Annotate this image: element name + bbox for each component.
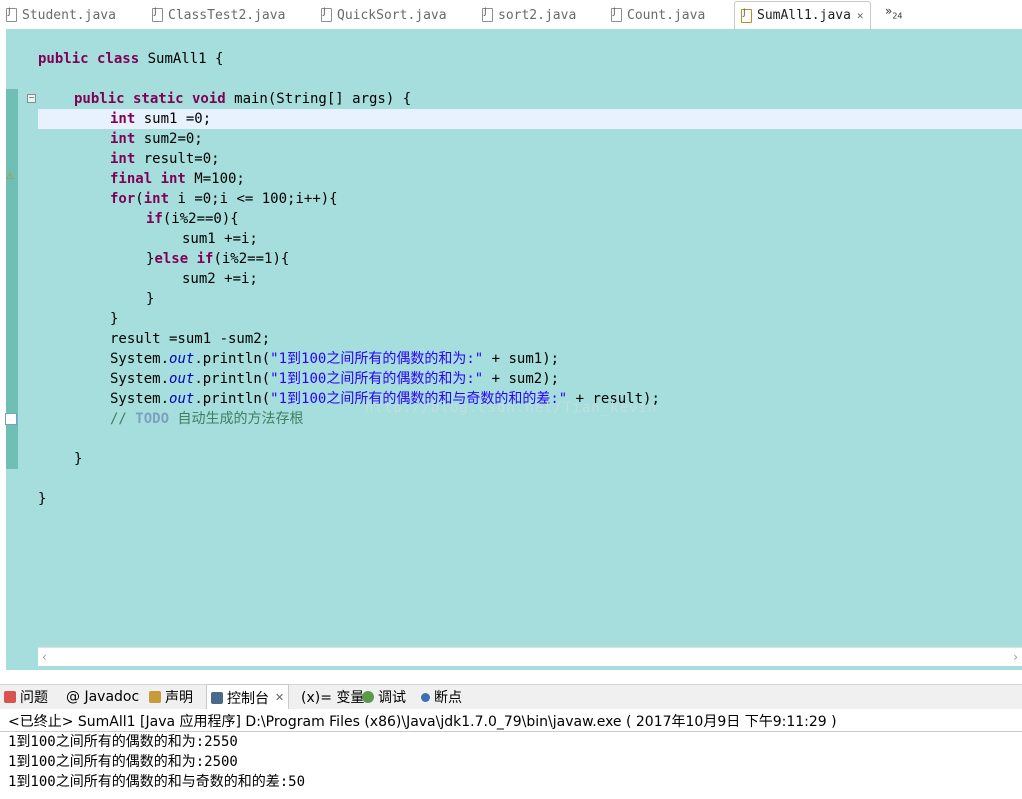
- tab-sumall1-java[interactable]: SumAll1.java ✕: [734, 1, 871, 29]
- tab-javadoc[interactable]: @ Javadoc: [66, 685, 139, 709]
- tab-label: @ Javadoc: [66, 689, 140, 705]
- console-output-line: 1到100之间所有的偶数的和与奇数的和的差:50: [8, 774, 305, 790]
- code-line: public class SumAll1 {: [38, 51, 224, 67]
- tab-label: Count.java: [627, 7, 706, 23]
- console-output-line: 1到100之间所有的偶数的和为:2500: [8, 754, 238, 770]
- code-line: }: [146, 291, 155, 307]
- code-line: if(i%2==0){: [146, 211, 239, 227]
- declaration-icon: [149, 691, 161, 703]
- code-line: // TODO 自动生成的方法存根: [110, 411, 304, 427]
- code-line: public static void main(String[] args) {: [74, 91, 412, 107]
- tab-breakpoints[interactable]: 断点: [421, 685, 462, 709]
- tab-variables[interactable]: (x)= 变量: [301, 685, 364, 709]
- tab-count-java[interactable]: Count.java: [611, 2, 705, 28]
- warning-icon[interactable]: ⚠: [5, 172, 15, 182]
- tab-label: SumAll1.java: [757, 8, 851, 23]
- tab-classtest2-java[interactable]: ClassTest2.java: [152, 2, 285, 28]
- java-file-icon: [321, 7, 332, 22]
- tab-student-java[interactable]: Student.java: [6, 2, 116, 28]
- views-tab-bar: 问题 @ Javadoc 声明 控制台 ✕ (x)= 变量 调试 断点: [0, 684, 1022, 710]
- tab-console[interactable]: 控制台 ✕: [206, 684, 290, 710]
- overflow-count: 24: [892, 11, 903, 21]
- horizontal-scrollbar[interactable]: ‹ ›: [38, 647, 1022, 666]
- tab-label: 调试: [378, 690, 406, 706]
- code-line: result =sum1 -sum2;: [110, 331, 271, 347]
- java-file-icon: [152, 7, 163, 22]
- problems-icon: [4, 691, 16, 703]
- java-file-icon: [611, 7, 622, 22]
- code-line: }: [110, 311, 119, 327]
- code-line: int sum1 =0;: [110, 111, 212, 127]
- code-line: sum2 +=i;: [182, 271, 258, 287]
- console-process-label: <已终止> SumAll1 [Java 应用程序] D:\Program Fil…: [8, 714, 837, 730]
- console-output-line: 1到100之间所有的偶数的和为:2550: [8, 734, 238, 750]
- java-file-icon: [6, 7, 17, 22]
- close-icon[interactable]: ✕: [857, 9, 864, 22]
- code-line: sum1 +=i;: [182, 231, 258, 247]
- tab-sort2-java[interactable]: sort2.java: [482, 2, 576, 28]
- tab-label: Student.java: [22, 7, 116, 23]
- java-file-icon: [741, 8, 752, 23]
- editor-tab-bar: Student.java ClassTest2.java QuickSort.j…: [0, 0, 1022, 29]
- tab-debug[interactable]: 调试: [362, 685, 406, 709]
- tab-label: sort2.java: [498, 7, 577, 23]
- console-header: <已终止> SumAll1 [Java 应用程序] D:\Program Fil…: [0, 709, 1022, 732]
- watermark: http://blog.csdn.net/Tian_kevin: [365, 400, 658, 416]
- tab-label: 问题: [20, 690, 48, 706]
- java-file-icon: [482, 7, 493, 22]
- code-line: System.out.println("1到100之间所有的偶数的和为:" + …: [110, 371, 560, 387]
- tab-label: QuickSort.java: [337, 7, 447, 23]
- tab-overflow-button[interactable]: »24: [885, 4, 903, 20]
- breakpoints-icon: [421, 692, 430, 702]
- code-editor[interactable]: ⚠ − public class SumAll1 { public static…: [0, 29, 1022, 670]
- tab-declaration[interactable]: 声明: [149, 685, 193, 709]
- console-icon: [211, 691, 223, 704]
- tab-label: (x)= 变量: [301, 690, 365, 706]
- tab-label: 声明: [165, 690, 193, 706]
- fold-collapse-icon[interactable]: −: [27, 94, 36, 103]
- code-line: }: [74, 451, 83, 467]
- scroll-right-icon[interactable]: ›: [1013, 648, 1018, 666]
- tab-label: 控制台: [227, 690, 269, 707]
- code-line: }: [38, 491, 47, 507]
- overview-ruler: [6, 89, 18, 469]
- task-marker-icon[interactable]: [5, 413, 17, 425]
- close-icon[interactable]: ✕: [275, 691, 284, 704]
- code-line: int result=0;: [110, 151, 220, 167]
- code-line: System.out.println("1到100之间所有的偶数的和为:" + …: [110, 351, 560, 367]
- code-line: final int M=100;: [110, 171, 245, 187]
- scroll-left-icon[interactable]: ‹: [42, 648, 47, 666]
- tab-label: 断点: [434, 690, 462, 706]
- code-line: for(int i =0;i <= 100;i++){: [110, 191, 338, 207]
- tab-label: ClassTest2.java: [168, 7, 286, 23]
- tab-problems[interactable]: 问题: [4, 685, 48, 709]
- debug-icon: [362, 691, 374, 703]
- tab-quicksort-java[interactable]: QuickSort.java: [321, 2, 447, 28]
- code-line: int sum2=0;: [110, 131, 203, 147]
- code-line: }else if(i%2==1){: [146, 251, 290, 267]
